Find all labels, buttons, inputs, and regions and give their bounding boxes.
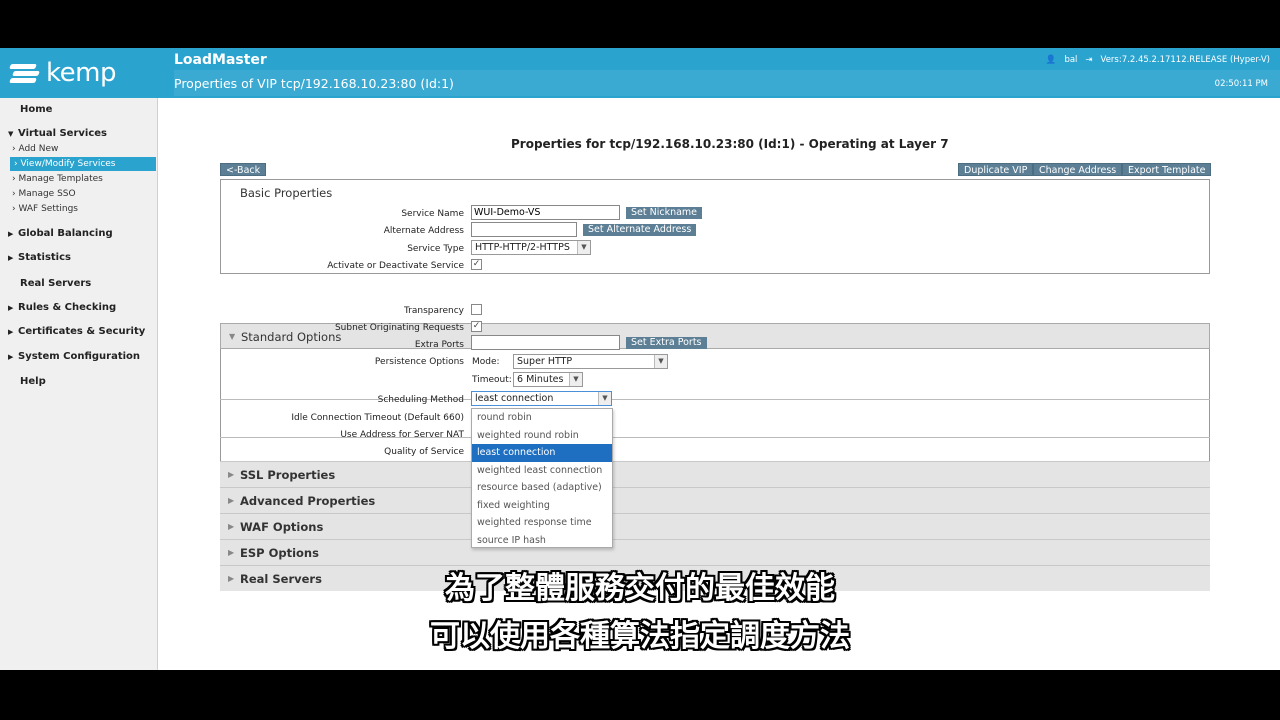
collapsed-triangle-icon: ▶ (8, 304, 14, 312)
username[interactable]: bal (1064, 55, 1077, 65)
alternate-address-label: Alternate Address (383, 226, 464, 236)
persistence-timeout-select[interactable]: 6 Minutes ▼ (513, 372, 583, 387)
export-template-button[interactable]: Export Template (1122, 163, 1212, 176)
sidebar-item-waf-settings[interactable]: › WAF Settings (0, 202, 144, 216)
subnet-originating-checkbox[interactable]: ✓ (471, 321, 482, 332)
back-button[interactable]: <-Back (220, 163, 267, 176)
collapsed-arrow-icon: ▶ (228, 496, 235, 505)
service-type-label: Service Type (407, 244, 464, 254)
user-icon: 👤 (1045, 55, 1057, 65)
collapsed-arrow-icon: ▶ (228, 548, 235, 557)
quality-of-service-label: Quality of Service (384, 447, 464, 457)
logo-text: kemp (46, 58, 116, 88)
extra-ports-input[interactable] (471, 335, 620, 350)
scheduling-method-dropdown: round robin weighted round robin least con… (471, 408, 613, 548)
idle-timeout-label: Idle Connection Timeout (Default 660) (291, 413, 464, 423)
sidebar-item-view-modify-services[interactable]: › View/Modify Services (10, 157, 156, 171)
esp-options-header[interactable]: ▶ ESP Options (220, 539, 1210, 565)
activate-service-label: Activate or Deactivate Service (327, 261, 464, 271)
sidebar-item-statistics[interactable]: ▶ Statistics (0, 252, 158, 263)
sidebar-item-real-servers[interactable]: Real Servers (0, 278, 158, 289)
scheduling-method-select[interactable]: least connection ▼ (471, 391, 612, 406)
change-address-button[interactable]: Change Address (1033, 163, 1123, 176)
extra-ports-label: Extra Ports (414, 340, 464, 350)
kemp-logo: kemp (0, 48, 158, 98)
chevron-down-icon: ▼ (598, 392, 611, 405)
scheduling-option[interactable]: weighted response time (472, 514, 612, 532)
transparency-label: Transparency (403, 306, 464, 316)
chevron-down-icon: ▼ (569, 373, 582, 386)
sidebar-item-rules-checking[interactable]: ▶ Rules & Checking (0, 302, 158, 313)
scheduling-option[interactable]: weighted least connection (472, 462, 612, 480)
scheduling-option[interactable]: weighted round robin (472, 427, 612, 445)
ssl-properties-header[interactable]: ▶ SSL Properties (220, 461, 1210, 487)
sidebar-item-manage-sso[interactable]: › Manage SSO (0, 187, 144, 201)
transparency-checkbox[interactable] (471, 304, 482, 315)
persistence-mode-select[interactable]: Super HTTP ▼ (513, 354, 668, 369)
collapsed-arrow-icon: ▶ (228, 522, 235, 531)
chevron-down-icon: ▼ (577, 241, 590, 254)
mode-label: Mode: (472, 357, 500, 367)
set-nickname-button[interactable]: Set Nickname (626, 207, 703, 219)
sidebar-item-system-configuration[interactable]: ▶ System Configuration (0, 351, 158, 362)
collapsed-triangle-icon: ▶ (8, 230, 14, 238)
scheduling-option[interactable]: resource based (adaptive) (472, 479, 612, 497)
scheduling-option[interactable]: fixed weighting (472, 497, 612, 515)
sidebar-item-certificates-security[interactable]: ▶ Certificates & Security (0, 326, 158, 337)
set-extra-ports-button[interactable]: Set Extra Ports (626, 337, 707, 349)
alternate-address-input[interactable] (471, 222, 577, 237)
header: LoadMaster Properties of VIP tcp/192.168… (158, 48, 1280, 98)
sidebar-item-manage-templates[interactable]: › Manage Templates (0, 172, 144, 186)
scheduling-option[interactable]: source IP hash (472, 532, 612, 550)
scheduling-option[interactable]: round robin (472, 409, 612, 427)
chevron-down-icon: ▼ (654, 355, 667, 368)
sidebar-item-add-new[interactable]: › Add New (0, 142, 144, 156)
kemp-logo-icon (8, 58, 40, 88)
set-alternate-address-button[interactable]: Set Alternate Address (583, 224, 697, 236)
basic-properties-heading: Basic Properties (240, 186, 333, 200)
persistence-options-label: Persistence Options (374, 357, 464, 367)
version-text: Vers:7.2.45.2.17112.RELEASE (Hyper-V) (1100, 55, 1270, 65)
page-title: Properties for tcp/192.168.10.23:80 (Id:… (511, 137, 949, 151)
server-nat-label: Use Address for Server NAT (340, 430, 464, 440)
service-name-input[interactable]: WUI-Demo-VS (471, 205, 620, 220)
expanded-triangle-icon: ▼ (8, 130, 14, 138)
sidebar-item-global-balancing[interactable]: ▶ Global Balancing (0, 228, 158, 239)
service-name-label: Service Name (401, 209, 464, 219)
collapsed-triangle-icon: ▶ (8, 328, 14, 336)
timeout-label: Timeout: (472, 375, 512, 385)
scheduling-option[interactable]: least connection (472, 444, 612, 462)
collapsed-triangle-icon: ▶ (8, 353, 14, 361)
advanced-properties-header[interactable]: ▶ Advanced Properties (220, 487, 1210, 513)
subnet-originating-label: Subnet Originating Requests (334, 323, 464, 333)
sidebar-item-home[interactable]: Home (0, 104, 158, 115)
activate-service-checkbox[interactable]: ✓ (471, 259, 482, 270)
duplicate-vip-button[interactable]: Duplicate VIP (958, 163, 1034, 176)
sidebar-item-virtual-services[interactable]: ▼ Virtual Services (0, 128, 158, 139)
waf-options-header[interactable]: ▶ WAF Options (220, 513, 1210, 539)
collapsed-triangle-icon: ▶ (8, 254, 14, 262)
clock: 02:50:11 PM (1214, 79, 1268, 89)
header-subbar: Properties of VIP tcp/192.168.10.23:80 (… (174, 70, 1280, 96)
scheduling-method-label: Scheduling Method (377, 395, 464, 405)
vip-subtitle: Properties of VIP tcp/192.168.10.23:80 (… (174, 76, 454, 91)
subtitle-line-1: 為了整體服務交付的最佳效能 (445, 571, 835, 606)
logout-icon[interactable]: ⇥ (1085, 55, 1092, 65)
subtitle-line-2: 可以使用各種算法指定調度方法 (430, 619, 850, 654)
collapsed-arrow-icon: ▶ (228, 470, 235, 479)
service-type-select[interactable]: HTTP-HTTP/2-HTTPS ▼ (471, 240, 591, 255)
sidebar-item-help[interactable]: Help (0, 376, 158, 387)
app-title: LoadMaster (174, 52, 267, 68)
header-right: 👤 bal ⇥ Vers:7.2.45.2.17112.RELEASE (Hyp… (1046, 55, 1270, 65)
